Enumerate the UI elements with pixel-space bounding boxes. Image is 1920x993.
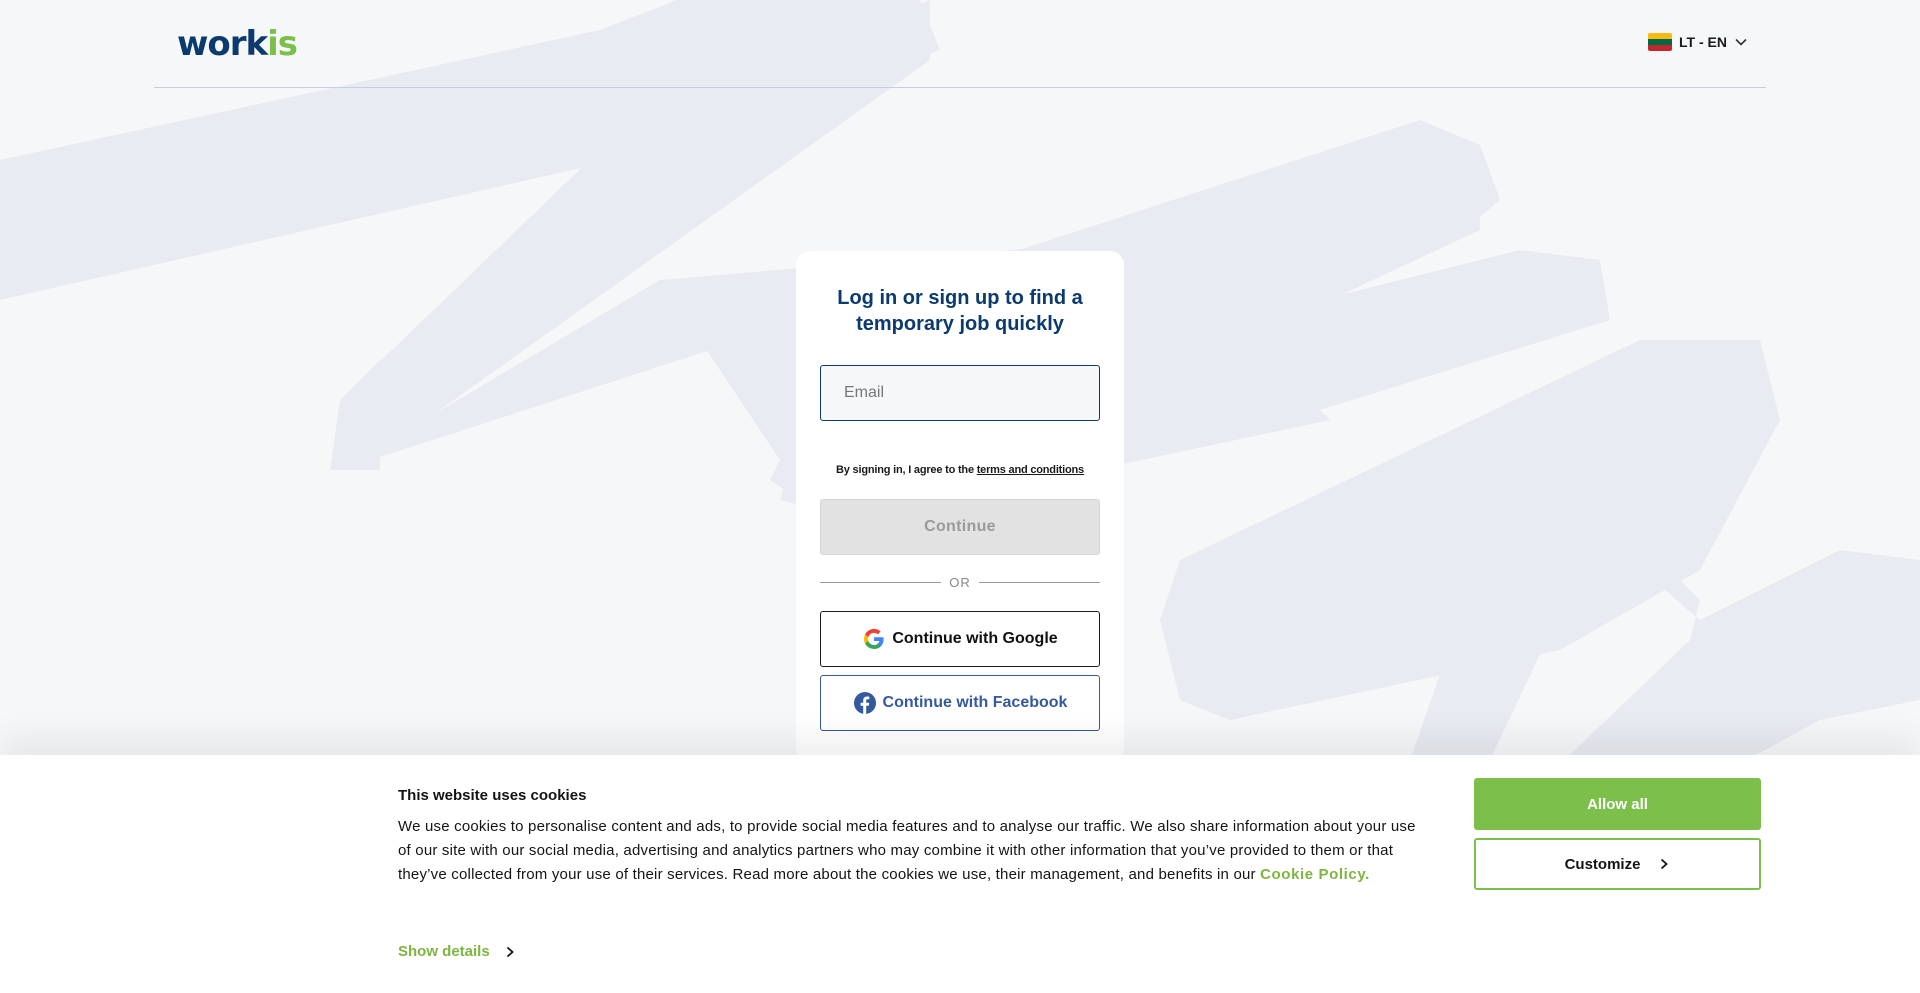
chevron-down-icon bbox=[1735, 38, 1747, 46]
cookie-banner: This website uses cookies We use cookies… bbox=[0, 755, 1920, 993]
allow-all-button[interactable]: Allow all bbox=[1474, 778, 1761, 830]
language-label: LT - EN bbox=[1679, 34, 1727, 50]
logo-text-work: work bbox=[177, 24, 268, 64]
google-login-button[interactable]: Continue with Google bbox=[820, 611, 1100, 667]
logo-text-is: is bbox=[267, 24, 298, 64]
terms-text: By signing in, I agree to the bbox=[836, 464, 977, 476]
divider-line-right bbox=[978, 582, 1100, 583]
customize-label: Customize bbox=[1564, 855, 1641, 873]
terms-notice: By signing in, I agree to the terms and … bbox=[816, 464, 1104, 476]
customize-button[interactable]: Customize bbox=[1474, 838, 1761, 890]
lithuania-flag-icon bbox=[1648, 33, 1673, 51]
email-input[interactable] bbox=[820, 365, 1100, 421]
show-details-toggle[interactable]: Show details bbox=[398, 943, 516, 960]
cookie-description: We use cookies to personalise content an… bbox=[398, 815, 1418, 887]
show-details-label: Show details bbox=[398, 943, 490, 960]
cookie-policy-link[interactable]: Cookie Policy. bbox=[1260, 866, 1370, 883]
google-login-label: Continue with Google bbox=[892, 630, 1058, 647]
language-selector[interactable]: LT - EN bbox=[1648, 33, 1748, 51]
facebook-login-label: Continue with Facebook bbox=[882, 694, 1068, 711]
login-title: Log in or sign up to find a temporary jo… bbox=[837, 287, 1083, 335]
workis-logo[interactable]: workis bbox=[177, 24, 298, 64]
terms-link[interactable]: terms and conditions bbox=[977, 464, 1084, 476]
continue-button[interactable]: Continue bbox=[820, 499, 1100, 555]
chevron-right-icon bbox=[506, 946, 514, 957]
facebook-icon bbox=[853, 692, 876, 714]
google-icon bbox=[864, 628, 884, 649]
or-divider: OR bbox=[820, 575, 1100, 590]
facebook-login-button[interactable]: Continue with Facebook bbox=[820, 675, 1100, 731]
site-header: workis LT - EN bbox=[154, 0, 1766, 88]
login-card: Log in or sign up to find a temporary jo… bbox=[796, 251, 1124, 763]
chevron-right-icon bbox=[1661, 858, 1669, 870]
divider-line-left bbox=[820, 582, 942, 583]
cookie-title: This website uses cookies bbox=[398, 787, 587, 804]
or-label: OR bbox=[949, 575, 971, 590]
